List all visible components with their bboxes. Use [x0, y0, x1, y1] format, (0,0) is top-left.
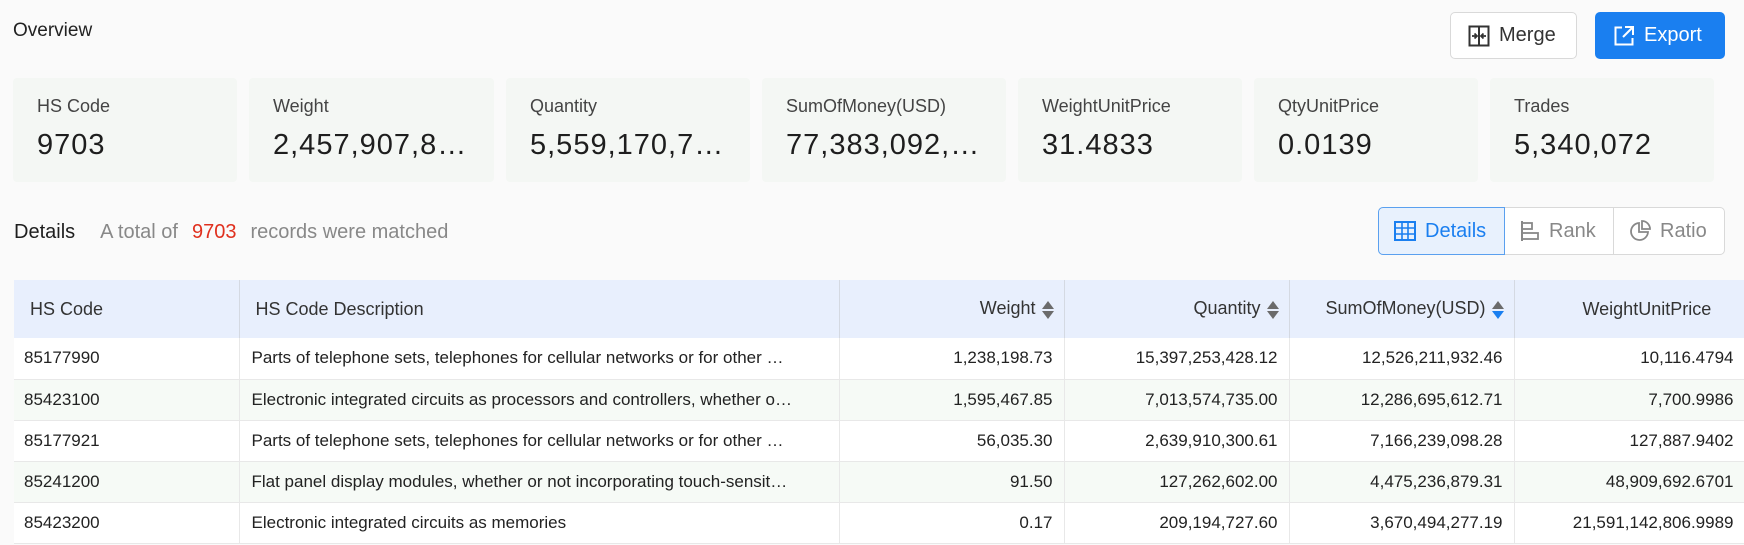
col-header-weight[interactable]: Weight — [839, 280, 1065, 338]
view-switcher: Details Rank Ratio — [1378, 207, 1725, 255]
cell-weight: 91.50 — [839, 461, 1065, 503]
records-count: 9703 — [191, 221, 237, 243]
table-row[interactable]: 85177990 Parts of telephone sets, teleph… — [14, 338, 1744, 380]
cell-description: Parts of telephone sets, telephones for … — [239, 420, 840, 462]
cell-quantity: 209,194,727.60 — [1064, 502, 1290, 544]
cell-hs-code: 85423100 — [14, 379, 240, 421]
stat-value: 5,559,170,7… — [530, 129, 725, 161]
sort-desc-icon[interactable] — [1491, 300, 1504, 320]
tab-details[interactable]: Details — [1378, 207, 1505, 255]
table-row[interactable]: 85423100 Electronic integrated circuits … — [14, 379, 1744, 421]
table-row[interactable]: 85241200 Flat panel display modules, whe… — [14, 461, 1744, 503]
merge-label: Merge — [1499, 24, 1556, 46]
col-header-quantity[interactable]: Quantity — [1064, 280, 1290, 338]
cell-sum-of-money: 3,670,494,277.19 — [1289, 502, 1515, 544]
col-header-sum-of-money-label: SumOfMoney(USD) — [1325, 298, 1486, 319]
stat-card-trades: Trades 5,340,072 — [1490, 78, 1714, 182]
cell-weight-unit-price: 10,116.4794 — [1514, 338, 1744, 380]
stat-card-weight-unit-price: WeightUnitPrice 31.4833 — [1018, 78, 1242, 182]
table-icon — [1394, 221, 1416, 241]
cell-hs-code: 85177921 — [14, 420, 240, 462]
cell-quantity: 127,262,602.00 — [1064, 461, 1290, 503]
cell-hs-code: 85241200 — [14, 461, 240, 503]
details-title: Details — [14, 221, 76, 243]
stat-label: Trades — [1514, 96, 1570, 116]
cell-hs-code: 85423200 — [14, 502, 240, 544]
col-header-sum-of-money[interactable]: SumOfMoney(USD) — [1289, 280, 1515, 338]
records-prefix: A total of — [100, 221, 178, 243]
col-header-hs-code: HS Code — [14, 280, 240, 338]
tab-ratio[interactable]: Ratio — [1613, 207, 1725, 255]
pie-chart-icon — [1630, 220, 1651, 241]
stat-value: 9703 — [37, 129, 106, 161]
records-suffix: records were matched — [250, 221, 449, 243]
tab-ratio-label: Ratio — [1660, 219, 1707, 242]
cell-weight-unit-price: 21,591,142,806.9989 — [1514, 502, 1744, 544]
tab-rank-label: Rank — [1549, 219, 1596, 242]
stats-row: HS Code 9703 Weight 2,457,907,8… Quantit… — [13, 78, 1714, 182]
overview-title: Overview — [13, 20, 93, 41]
cell-weight-unit-price: 7,700.9986 — [1514, 379, 1744, 421]
stat-card-qty-unit-price: QtyUnitPrice 0.0139 — [1254, 78, 1478, 182]
stat-label: SumOfMoney(USD) — [786, 96, 947, 116]
stat-label: QtyUnitPrice — [1278, 96, 1380, 116]
export-button[interactable]: Export — [1595, 12, 1725, 59]
col-header-description: HS Code Description — [239, 280, 840, 338]
cell-description: Electronic integrated circuits as proces… — [239, 379, 840, 421]
export-label: Export — [1644, 24, 1702, 46]
cell-quantity: 2,639,910,300.61 — [1064, 420, 1290, 462]
stat-value: 2,457,907,8… — [273, 129, 468, 161]
cell-description: Parts of telephone sets, telephones for … — [239, 338, 840, 380]
cell-weight: 1,595,467.85 — [839, 379, 1065, 421]
merge-button[interactable]: Merge — [1450, 12, 1577, 59]
cell-description: Flat panel display modules, whether or n… — [239, 461, 840, 503]
stat-label: WeightUnitPrice — [1042, 96, 1171, 116]
stat-card-sum-of-money: SumOfMoney(USD) 77,383,092,… — [762, 78, 1006, 182]
col-header-quantity-label: Quantity — [1193, 298, 1261, 319]
stat-value: 77,383,092,… — [786, 129, 981, 161]
sort-icon[interactable] — [1041, 300, 1054, 320]
details-header: Details A total of 9703 records were mat… — [14, 221, 448, 244]
cell-weight-unit-price: 127,887.9402 — [1514, 420, 1744, 462]
table-row[interactable]: 85177921 Parts of telephone sets, teleph… — [14, 420, 1744, 462]
cell-weight: 1,238,198.73 — [839, 338, 1065, 380]
stat-value: 5,340,072 — [1514, 129, 1653, 161]
stat-label: Quantity — [530, 96, 598, 116]
rank-bars-icon — [1521, 221, 1539, 241]
merge-icon — [1468, 25, 1490, 46]
export-icon — [1614, 25, 1634, 45]
stat-card-quantity: Quantity 5,559,170,7… — [506, 78, 750, 182]
stat-label: HS Code — [37, 96, 111, 116]
cell-weight: 56,035.30 — [839, 420, 1065, 462]
col-header-weight-unit-price[interactable]: WeightUnitPrice — [1514, 280, 1744, 338]
cell-sum-of-money: 12,286,695,612.71 — [1289, 379, 1515, 421]
cell-description: Electronic integrated circuits as memori… — [239, 502, 840, 544]
stat-card-weight: Weight 2,457,907,8… — [249, 78, 494, 182]
results-table: HS Code HS Code Description Weight Quant… — [14, 280, 1744, 545]
stat-value: 31.4833 — [1042, 129, 1154, 161]
col-header-weight-label: Weight — [979, 298, 1036, 319]
cell-quantity: 15,397,253,428.12 — [1064, 338, 1290, 380]
stat-card-hs-code: HS Code 9703 — [13, 78, 237, 182]
tab-details-label: Details — [1425, 219, 1487, 242]
table-header-row: HS Code HS Code Description Weight Quant… — [14, 280, 1744, 338]
cell-sum-of-money: 4,475,236,879.31 — [1289, 461, 1515, 503]
cell-hs-code: 85177990 — [14, 338, 240, 380]
cell-sum-of-money: 12,526,211,932.46 — [1289, 338, 1515, 380]
cell-weight: 0.17 — [839, 502, 1065, 544]
cell-weight-unit-price: 48,909,692.6701 — [1514, 461, 1744, 503]
tab-rank[interactable]: Rank — [1504, 207, 1614, 255]
cell-quantity: 7,013,574,735.00 — [1064, 379, 1290, 421]
table-row[interactable]: 85423200 Electronic integrated circuits … — [14, 502, 1744, 544]
stat-value: 0.0139 — [1278, 129, 1373, 161]
cell-sum-of-money: 7,166,239,098.28 — [1289, 420, 1515, 462]
stat-label: Weight — [273, 96, 329, 116]
sort-icon[interactable] — [1266, 300, 1279, 320]
